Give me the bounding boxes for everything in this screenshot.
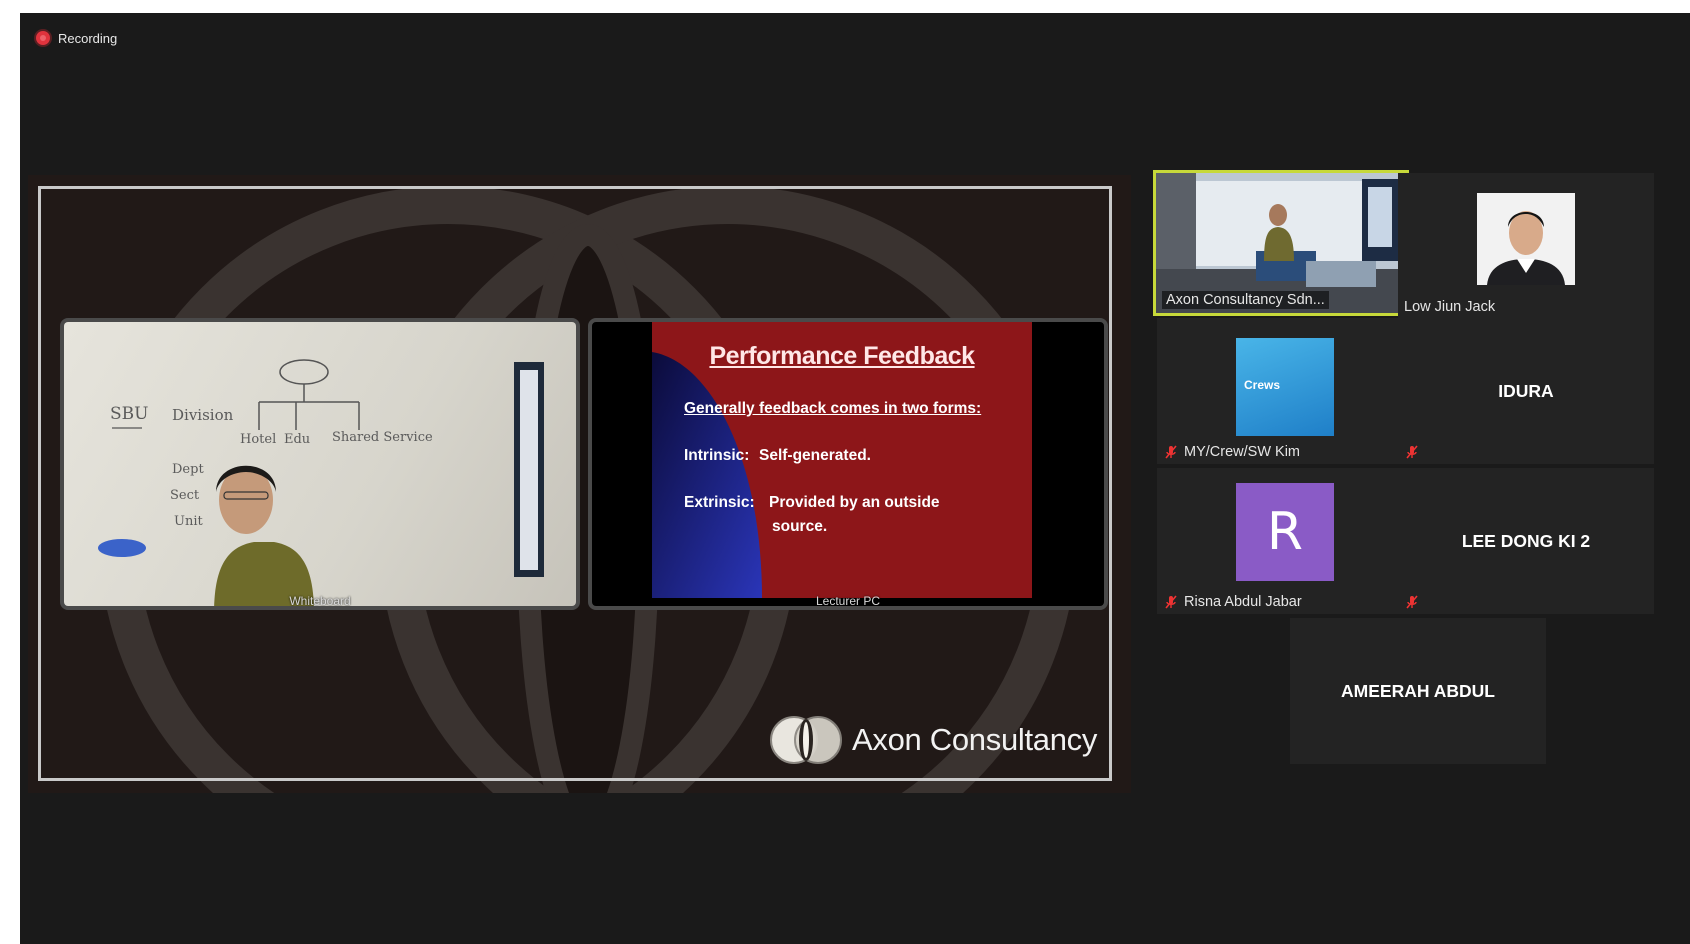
recording-indicator[interactable]: Recording xyxy=(36,29,117,47)
participant-avatar: R xyxy=(1236,483,1334,581)
participant-name-big: AMEERAH ABDUL xyxy=(1341,680,1495,701)
participant-name: MY/Crew/SW Kim xyxy=(1163,444,1300,460)
meeting-window: Recording SBU Division Hotel Edu Shared … xyxy=(20,13,1690,944)
participant-name: Risna Abdul Jabar xyxy=(1163,594,1302,610)
participant-name: Axon Consultancy Sdn... xyxy=(1162,291,1329,309)
participant-tile-risna[interactable]: R Risna Abdul Jabar xyxy=(1157,468,1413,614)
thumbnail-text: Crews xyxy=(1244,378,1281,392)
participant-name xyxy=(1404,594,1420,610)
brand-logo: Axon Consultancy xyxy=(768,710,1097,770)
wb-text-sect: Sect xyxy=(170,488,200,503)
participant-name-big: LEE DONG KI 2 xyxy=(1461,530,1591,551)
wb-text-sbu: SBU xyxy=(110,404,149,424)
participant-name: Low Jiun Jack xyxy=(1404,299,1496,315)
wb-text-hotel: Hotel xyxy=(240,432,277,447)
whiteboard-feed[interactable]: SBU Division Hotel Edu Shared Service De… xyxy=(60,318,580,610)
participant-tile-ameerah[interactable]: AMEERAH ABDUL xyxy=(1290,618,1546,764)
slide-intrinsic-text: Self-generated. xyxy=(759,447,871,464)
participant-name-big: IDURA xyxy=(1498,380,1554,401)
brand-name: Axon Consultancy xyxy=(852,722,1098,757)
slide-extrinsic-label: Extrinsic: xyxy=(684,494,755,511)
participant-photo xyxy=(1477,193,1575,285)
wb-text-division: Division xyxy=(172,406,234,424)
slide-extrinsic-text-2: source. xyxy=(772,518,828,535)
participant-name-label: MY/Crew/SW Kim xyxy=(1184,444,1300,460)
lecturer-pc-label: Lecturer PC xyxy=(815,594,881,608)
participant-tile-lee-dong-ki[interactable]: LEE DONG KI 2 xyxy=(1398,468,1654,614)
participant-tile-idura[interactable]: IDURA xyxy=(1398,318,1654,464)
slide-extrinsic-text-1: Provided by an outside xyxy=(769,494,940,511)
participant-name xyxy=(1404,444,1420,460)
mic-muted-icon xyxy=(1165,445,1177,459)
whiteboard-image: SBU Division Hotel Edu Shared Service De… xyxy=(64,322,576,606)
participant-tile-low-jiun-jack[interactable]: Low Jiun Jack xyxy=(1398,173,1654,319)
whiteboard-drawing xyxy=(98,359,544,606)
slide-title: Performance Feedback xyxy=(709,342,975,370)
wb-text-shared-service: Shared Service xyxy=(332,430,433,445)
participant-tile-crew-kim[interactable]: Crews MY/Crew/SW Kim xyxy=(1157,318,1413,464)
participant-tile-axon[interactable]: Axon Consultancy Sdn... xyxy=(1153,170,1409,316)
participant-thumbnail: Crews xyxy=(1236,338,1334,436)
recording-dot-icon xyxy=(36,31,50,45)
recording-label: Recording xyxy=(58,30,118,46)
lecturer-pc-feed[interactable]: Performance Feedback Generally feedback … xyxy=(588,318,1108,610)
wb-text-dept: Dept xyxy=(172,462,204,477)
whiteboard-label: Whiteboard xyxy=(289,594,351,608)
wb-text-edu: Edu xyxy=(284,432,311,447)
axon-logo-icon xyxy=(770,716,842,764)
shared-screen[interactable]: SBU Division Hotel Edu Shared Service De… xyxy=(28,175,1131,793)
mic-muted-icon xyxy=(1165,595,1177,609)
wb-text-unit: Unit xyxy=(174,514,203,529)
slide-subtitle: Generally feedback comes in two forms: xyxy=(684,400,982,417)
slide-intrinsic-label: Intrinsic: xyxy=(684,447,750,464)
mic-muted-icon xyxy=(1406,595,1418,609)
participant-name-label: Risna Abdul Jabar xyxy=(1184,594,1302,610)
presentation-slide: Performance Feedback Generally feedback … xyxy=(652,322,1032,598)
mic-muted-icon xyxy=(1406,445,1418,459)
